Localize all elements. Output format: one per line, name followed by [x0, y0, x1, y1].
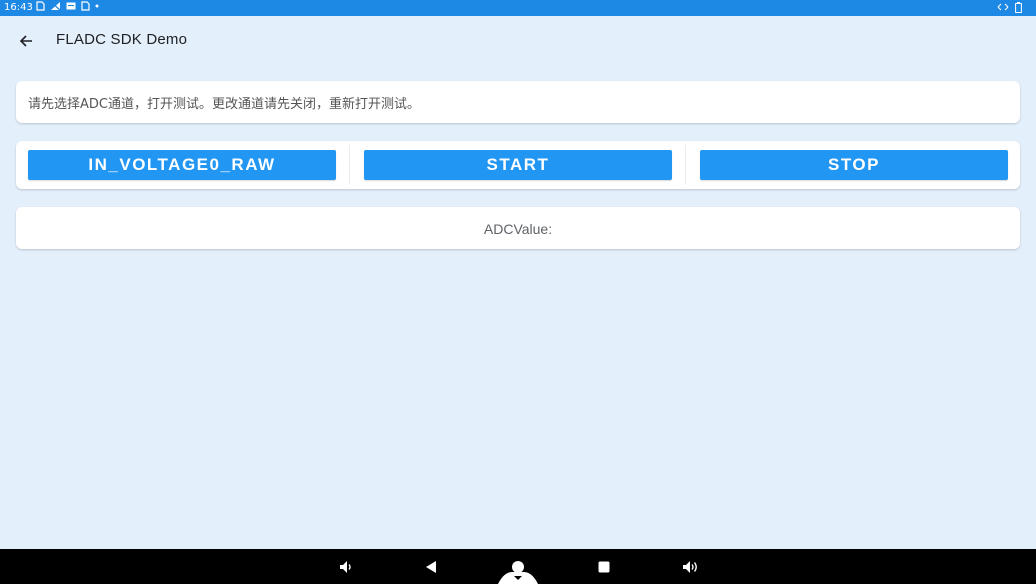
page-title: FLADC SDK Demo [56, 31, 188, 48]
sim-icon [36, 1, 45, 15]
battery-icon [1015, 2, 1022, 17]
recents-square-icon [598, 561, 610, 573]
volume-down-icon [340, 561, 351, 573]
message-icon [66, 2, 76, 15]
start-button[interactable]: START [364, 150, 672, 180]
status-right-icons [997, 2, 1022, 17]
status-left-icons [36, 1, 99, 15]
app-bar: FLADC SDK Demo [0, 16, 1036, 66]
volume-up-button[interactable] [682, 559, 700, 575]
instruction-text: 请先选择ADC通道，打开测试。更改通道请先关闭，重新打开测试。 [28, 97, 420, 112]
sim-icon [81, 1, 90, 15]
status-bar: 16:43 [0, 0, 1036, 16]
divider [685, 145, 686, 185]
nav-recents-button[interactable] [597, 559, 611, 575]
signal-off-icon [50, 1, 61, 15]
dot-icon [95, 1, 99, 15]
status-time: 16:43 [4, 2, 33, 13]
expand-tab-icon[interactable] [498, 572, 538, 584]
channel-select-button[interactable]: IN_VOLTAGE0_RAW [28, 150, 336, 180]
adc-value-label: ADCValue: [483, 221, 553, 237]
volume-down-button[interactable] [338, 559, 354, 575]
data-arrows-icon [997, 2, 1009, 17]
arrow-left-icon [19, 35, 32, 47]
adc-value-card: ADCValue: [16, 207, 1020, 249]
back-triangle-icon [426, 561, 436, 573]
control-buttons-card: IN_VOLTAGE0_RAW START STOP [16, 141, 1020, 189]
stop-button[interactable]: STOP [700, 150, 1008, 180]
instruction-card: 请先选择ADC通道，打开测试。更改通道请先关闭，重新打开测试。 [16, 81, 1020, 123]
divider [349, 145, 350, 185]
nav-back-button[interactable] [424, 559, 438, 575]
back-button[interactable] [14, 29, 38, 53]
volume-up-icon [683, 561, 697, 573]
